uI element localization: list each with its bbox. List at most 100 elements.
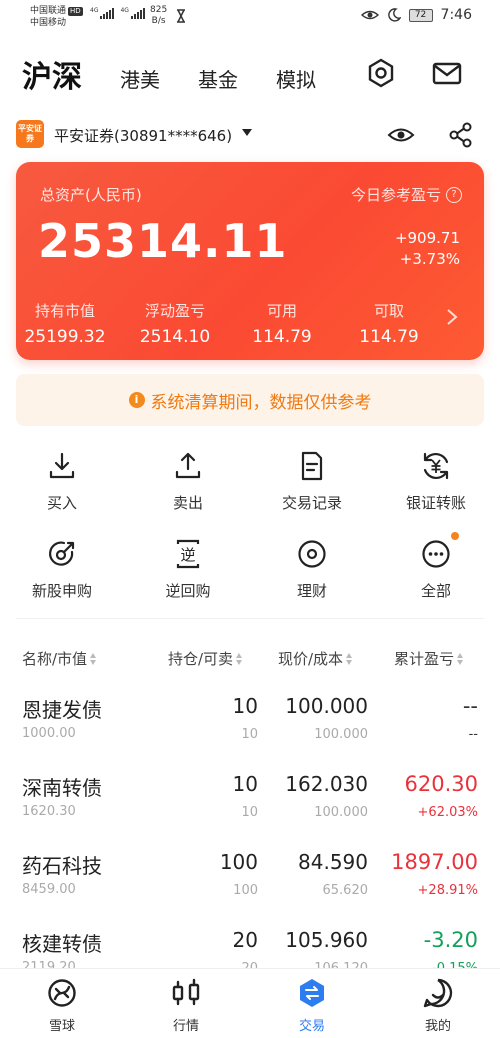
total-assets-label: 总资产(人民币) <box>40 186 142 204</box>
clock: 7:46 <box>440 7 472 23</box>
table-row[interactable]: 药石科技 8459.00 100 100 84.590 65.620 1897.… <box>0 850 500 924</box>
stock-name: 深南转债 <box>22 776 102 800</box>
battery-icon: 72 <box>408 8 433 22</box>
bank-transfer-icon <box>423 452 449 480</box>
moon-icon <box>387 8 401 22</box>
eye-comfort-icon <box>360 10 379 20</box>
notification-dot <box>451 532 459 540</box>
tab-simulation[interactable]: 模拟 <box>276 64 316 93</box>
buy-button[interactable]: 买入 <box>12 450 112 520</box>
nav-label: 我的 <box>424 1019 451 1034</box>
signal-icon: 4G <box>120 7 145 19</box>
chevron-right-icon[interactable] <box>446 308 458 326</box>
sell-icon <box>175 452 201 479</box>
tab-hushen[interactable]: 沪深 <box>22 52 82 96</box>
net-speed-value: 825 <box>150 5 168 15</box>
ipo-subscribe-button[interactable]: 新股申购 <box>12 538 112 608</box>
reverse-repo-button[interactable]: 逆 逆回购 <box>138 538 238 608</box>
stat-label: 持有市值 <box>34 302 95 320</box>
sell-button[interactable]: 卖出 <box>138 450 238 520</box>
today-pnl-header[interactable]: 今日参考盈亏 ? <box>351 184 462 205</box>
eye-icon[interactable] <box>386 120 416 150</box>
pnl: 620.30 <box>404 772 478 796</box>
stat-value: 114.79 <box>359 327 419 347</box>
more-button[interactable]: 全部 <box>386 538 486 608</box>
nav-label: 雪球 <box>48 1019 75 1034</box>
sort-pnl[interactable]: 累计盈亏 <box>394 648 464 669</box>
reverse-repo-icon: 逆 <box>176 539 200 569</box>
table-row[interactable]: 深南转债 1620.30 10 10 162.030 100.000 620.3… <box>0 772 500 846</box>
sort-icon <box>346 652 353 665</box>
sort-icon <box>457 652 464 665</box>
status-right: 72 7:46 <box>360 7 472 23</box>
holding: 20 <box>232 928 258 952</box>
network-type: 4G <box>90 7 99 14</box>
nav-market[interactable]: 行情 <box>146 977 226 1034</box>
action-label: 卖出 <box>172 494 203 512</box>
stat-withdrawable: 可取 114.79 <box>334 300 444 347</box>
nav-trade[interactable]: 交易 <box>272 977 352 1034</box>
nav-snowball[interactable]: 雪球 <box>22 977 102 1034</box>
stat-label: 浮动盈亏 <box>144 302 205 320</box>
divider <box>16 618 484 619</box>
wealth-button[interactable]: 理财 <box>262 538 362 608</box>
share-icon[interactable] <box>446 120 476 150</box>
trade-icon <box>300 979 324 1007</box>
hd-badge: HD <box>68 6 83 16</box>
settings-icon[interactable] <box>364 56 398 90</box>
pnl: -3.20 <box>423 928 478 952</box>
signal-icons: 4G 4G <box>90 8 145 19</box>
holdings-header: 名称/市值 持仓/可卖 现价/成本 累计盈亏 <box>0 646 500 672</box>
action-label: 交易记录 <box>281 494 342 512</box>
info-icon: i <box>128 392 145 408</box>
cost: 100.000 <box>314 727 368 742</box>
today-pnl: +909.71 +3.73% <box>395 228 460 270</box>
today-pnl-value: +909.71 <box>394 229 460 247</box>
carrier-2: 中国移动 <box>30 18 67 28</box>
carrier-info: 中国联通 HD 中国移动 <box>30 5 83 29</box>
sort-holding[interactable]: 持仓/可卖 <box>168 648 243 669</box>
stat-floating-pnl: 浮动盈亏 2514.10 <box>120 300 230 347</box>
ipo-subscribe-icon <box>49 541 75 566</box>
tab-gangmei[interactable]: 港美 <box>120 64 160 93</box>
market-icon <box>172 978 200 1006</box>
nav-label: 行情 <box>172 1019 199 1034</box>
holding: 10 <box>232 772 258 796</box>
price: 105.960 <box>285 928 368 952</box>
more-icon <box>422 540 450 568</box>
help-icon[interactable]: ? <box>446 186 462 203</box>
nav-profile[interactable]: 我的 <box>398 977 478 1034</box>
account-selector[interactable]: 平安证券 平安证券(30891****646) <box>16 118 486 152</box>
asset-card[interactable]: 总资产(人民币) 25314.11 今日参考盈亏 ? +909.71 +3.73… <box>16 162 484 360</box>
stat-available: 可用 114.79 <box>227 300 337 347</box>
bottom-nav: 雪球 行情 交易 我的 <box>0 968 500 1038</box>
buy-icon <box>49 452 75 479</box>
sort-name-mv[interactable]: 名称/市值 <box>22 648 97 669</box>
pnl: -- <box>462 694 478 718</box>
sort-price[interactable]: 现价/成本 <box>278 648 353 669</box>
holding: 100 <box>219 850 258 874</box>
market-tabs: 沪深 港美 基金 模拟 <box>0 48 500 98</box>
stat-value: 25199.32 <box>24 327 106 347</box>
message-icon[interactable] <box>430 56 464 90</box>
snowball-icon <box>48 979 76 1007</box>
bank-transfer-button[interactable]: 银证转账 <box>386 450 486 520</box>
dropdown-caret-icon[interactable] <box>242 129 252 136</box>
pnl-percent: +28.91% <box>417 883 478 898</box>
account-name[interactable]: 平安证券(30891****646) <box>54 125 232 146</box>
action-label: 银证转账 <box>405 494 466 512</box>
nav-label: 交易 <box>298 1019 325 1034</box>
network-type: 4G <box>120 7 129 14</box>
broker-logo: 平安证券 <box>16 120 44 148</box>
trade-record-button[interactable]: 交易记录 <box>262 450 362 520</box>
column-header: 累计盈亏 <box>394 650 455 668</box>
hourglass-icon <box>177 9 185 23</box>
sellable: 100 <box>233 883 258 898</box>
market-value: 8459.00 <box>22 882 76 897</box>
sellable: 10 <box>241 727 258 742</box>
table-row[interactable]: 恩捷发债 1000.00 10 10 100.000 100.000 -- -- <box>0 694 500 768</box>
tab-fund[interactable]: 基金 <box>198 64 238 93</box>
wealth-icon <box>298 540 326 568</box>
notice-text: 系统清算期间，数据仅供参考 <box>150 392 372 413</box>
net-speed-unit: B/s <box>151 16 166 26</box>
